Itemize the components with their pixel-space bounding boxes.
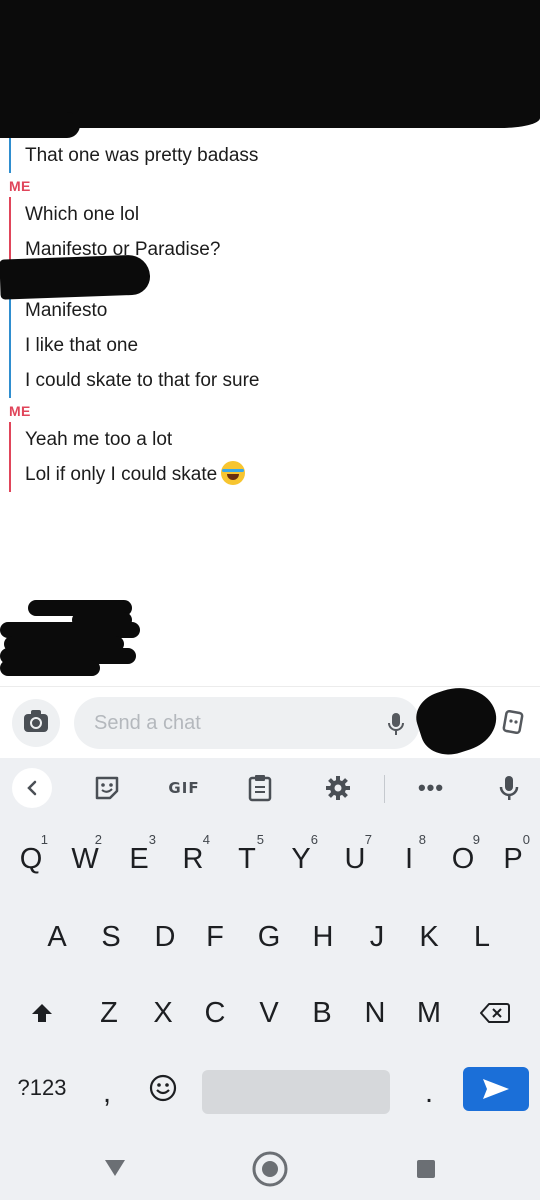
symbols-key[interactable]: ?123 bbox=[6, 1059, 78, 1117]
key-s[interactable]: S bbox=[84, 908, 138, 966]
period-key[interactable]: . bbox=[404, 1064, 454, 1122]
chat-message[interactable]: Lol if only I could skate bbox=[11, 457, 246, 492]
key-t[interactable]: T5 bbox=[220, 830, 274, 888]
key-z[interactable]: Z bbox=[82, 984, 136, 1042]
key-q[interactable]: Q1 bbox=[4, 830, 58, 888]
sender-label-me: ME bbox=[9, 403, 31, 419]
key-w[interactable]: W2 bbox=[58, 830, 112, 888]
keyboard: GIF ••• Q 1 W 2 E 3 R 4 T 5 Y 6 U 7 I 8 … bbox=[0, 758, 540, 1200]
chat-message[interactable]: Which one lol bbox=[11, 197, 220, 232]
recents-square-icon[interactable] bbox=[416, 1159, 436, 1179]
message-group-friend: Manifesto I like that one I could skate … bbox=[9, 293, 259, 398]
redacted-sender-label bbox=[0, 112, 80, 138]
key-h[interactable]: H bbox=[296, 908, 350, 966]
emoji-key[interactable] bbox=[136, 1059, 190, 1117]
key-l[interactable]: L bbox=[455, 908, 509, 966]
key-o[interactable]: O9 bbox=[436, 830, 490, 888]
camera-button[interactable] bbox=[12, 699, 60, 747]
key-a[interactable]: A bbox=[30, 908, 84, 966]
sticker-icon bbox=[95, 776, 119, 800]
gif-label: GIF bbox=[168, 779, 200, 797]
comma-key[interactable]: , bbox=[82, 1064, 132, 1122]
gif-button[interactable]: GIF bbox=[164, 769, 204, 807]
keyboard-toolbar: GIF ••• bbox=[0, 758, 540, 818]
send-arrow-icon bbox=[483, 1079, 509, 1099]
send-key[interactable] bbox=[463, 1067, 529, 1111]
key-y[interactable]: Y6 bbox=[274, 830, 328, 888]
space-key[interactable] bbox=[202, 1070, 390, 1114]
emoji-icon bbox=[149, 1074, 177, 1102]
back-triangle-icon[interactable] bbox=[104, 1158, 126, 1178]
clipboard-icon bbox=[248, 775, 272, 802]
chat-input-container bbox=[74, 697, 420, 749]
key-k[interactable]: K bbox=[402, 908, 456, 966]
camera-icon bbox=[24, 710, 48, 732]
chat-message[interactable]: That one was pretty badass bbox=[11, 138, 258, 173]
key-f[interactable]: F bbox=[188, 908, 242, 966]
key-b[interactable]: B bbox=[295, 984, 349, 1042]
home-circle-icon[interactable] bbox=[251, 1150, 289, 1188]
redacted-header bbox=[0, 0, 540, 128]
key-g[interactable]: G bbox=[242, 908, 296, 966]
key-m[interactable]: M bbox=[402, 984, 456, 1042]
chat-message-text: Lol if only I could skate bbox=[25, 464, 218, 485]
keyboard-back-button[interactable] bbox=[12, 768, 52, 808]
sticker-icon[interactable] bbox=[496, 710, 524, 736]
chat-message[interactable]: I like that one bbox=[11, 328, 259, 363]
microphone-icon bbox=[499, 776, 519, 800]
chevron-left-icon bbox=[27, 780, 37, 796]
message-group-me: Yeah me too a lot Lol if only I could sk… bbox=[9, 422, 246, 492]
message-group-friend: That one was pretty badass bbox=[9, 138, 258, 173]
redacted-sender-label bbox=[0, 254, 151, 300]
key-i[interactable]: I8 bbox=[382, 830, 436, 888]
chat-input[interactable] bbox=[94, 697, 364, 749]
gear-icon bbox=[326, 776, 350, 800]
chat-message[interactable]: Manifesto bbox=[11, 293, 259, 328]
key-j[interactable]: J bbox=[350, 908, 404, 966]
settings-button[interactable] bbox=[318, 769, 358, 807]
key-r[interactable]: R4 bbox=[166, 830, 220, 888]
key-n[interactable]: N bbox=[348, 984, 402, 1042]
chat-message[interactable]: Yeah me too a lot bbox=[11, 422, 245, 457]
key-p[interactable]: P0 bbox=[486, 830, 540, 888]
laughing-emoji-icon bbox=[221, 460, 246, 485]
redacted-scribble bbox=[0, 598, 150, 678]
voice-input-button[interactable] bbox=[489, 769, 529, 807]
chat-message[interactable]: I could skate to that for sure bbox=[11, 363, 259, 398]
key-v[interactable]: V bbox=[242, 984, 296, 1042]
microphone-icon[interactable] bbox=[387, 712, 405, 736]
backspace-icon bbox=[480, 1003, 510, 1023]
shift-key[interactable] bbox=[14, 984, 70, 1042]
clipboard-button[interactable] bbox=[240, 769, 280, 807]
more-icon: ••• bbox=[417, 775, 445, 800]
sticker-toolbar-button[interactable] bbox=[88, 769, 128, 807]
key-x[interactable]: X bbox=[136, 984, 190, 1042]
sender-label-me: ME bbox=[9, 178, 31, 194]
system-navigation-bar bbox=[0, 1138, 540, 1200]
key-c[interactable]: C bbox=[188, 984, 242, 1042]
toolbar-divider bbox=[384, 775, 385, 803]
key-u[interactable]: U7 bbox=[328, 830, 382, 888]
shift-arrow-icon bbox=[32, 1004, 52, 1022]
key-e[interactable]: E3 bbox=[112, 830, 166, 888]
more-options-button[interactable]: ••• bbox=[411, 769, 451, 807]
key-d[interactable]: D bbox=[138, 908, 192, 966]
backspace-key[interactable] bbox=[466, 984, 524, 1042]
